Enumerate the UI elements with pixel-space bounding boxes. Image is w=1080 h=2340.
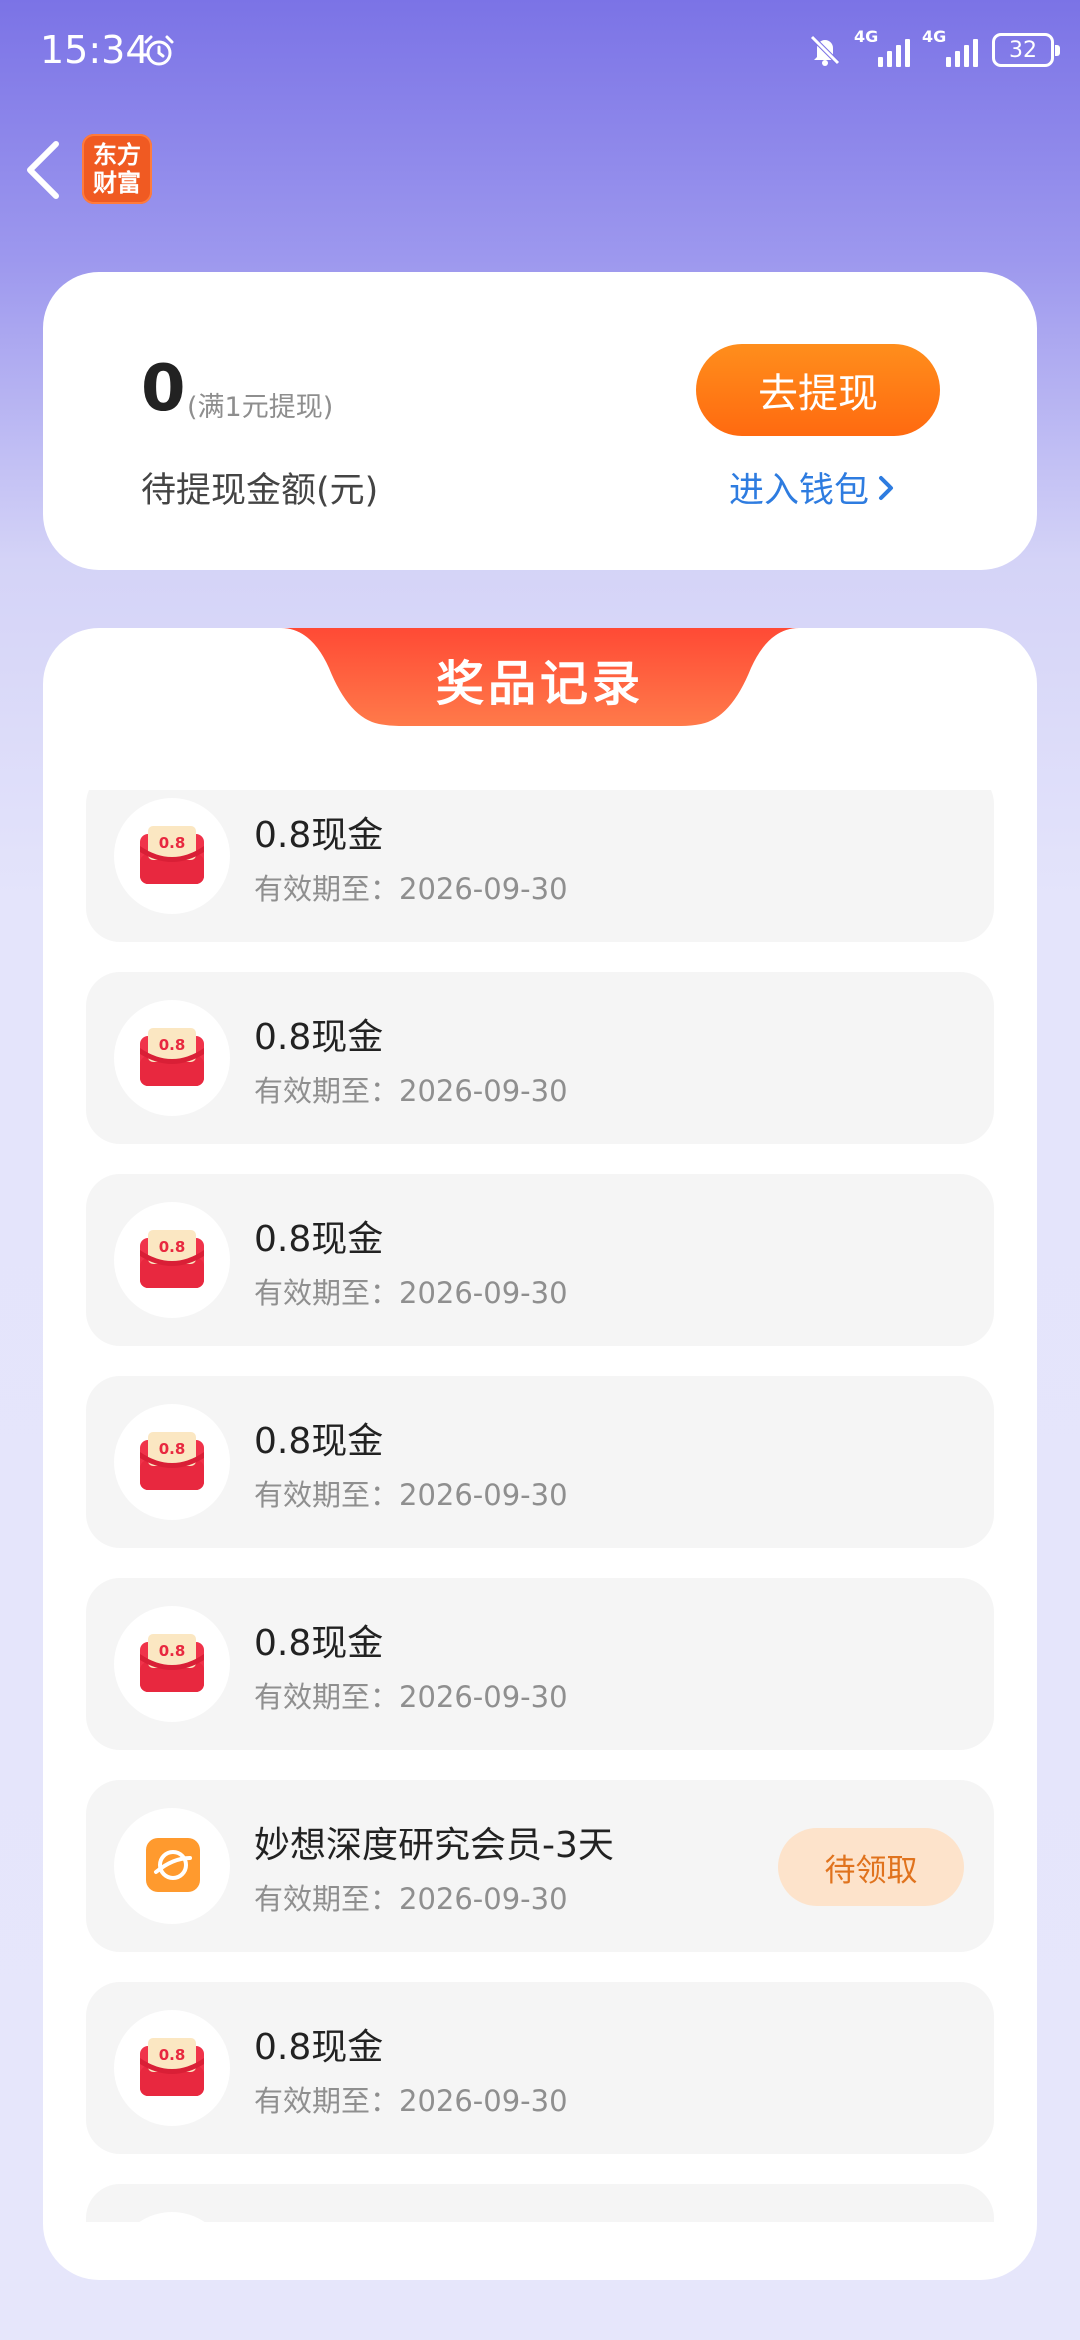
prize-title: 0.8现金	[254, 1421, 384, 1462]
withdraw-button[interactable]: 去提现	[696, 344, 940, 436]
red-envelope-icon: 0.8	[140, 1230, 204, 1288]
prize-title: 0.8现金	[254, 1219, 384, 1260]
app-logo: 东方 财富	[82, 134, 152, 204]
prize-record-item: 0.8 0.8现金有效期至：2026-09-30	[86, 1376, 994, 1548]
svg-text:0.8: 0.8	[159, 1440, 186, 1458]
signal-icon: 4G	[854, 27, 910, 67]
back-arrow-icon[interactable]	[22, 138, 66, 202]
svg-text:0.8: 0.8	[159, 834, 186, 852]
prize-icon-circle: 0.8	[114, 1000, 230, 1116]
prize-expiry: 有效期至：2026-09-30	[254, 1478, 568, 1512]
membership-icon	[146, 1838, 200, 1892]
prize-expiry: 有效期至：2026-09-30	[254, 1680, 568, 1714]
prize-title: 0.8现金	[254, 815, 384, 856]
alarm-icon	[144, 35, 174, 66]
svg-text:0.8: 0.8	[159, 1036, 186, 1054]
prize-title: 0.8现金	[254, 1017, 384, 1058]
records-title: 奖品记录	[435, 656, 644, 712]
records-title-tab: 奖品记录	[281, 628, 799, 726]
svg-text:0.8: 0.8	[159, 2046, 186, 2064]
svg-text:0.8: 0.8	[159, 1642, 186, 1660]
prize-record-list[interactable]: 0.8 0.8现金 有效期至：2026-09-30 0.8 0.8现金 有效期至：2026…	[86, 790, 994, 2222]
balance-label: 待提现金额(元)	[141, 471, 379, 511]
withdraw-threshold-note: (满1元提现)	[187, 392, 334, 423]
red-envelope-icon: 0.8	[140, 1028, 204, 1086]
bell-muted-icon	[810, 35, 840, 66]
prize-icon-circle: 0.8	[114, 1404, 230, 1520]
prize-icon-circle: 0.8	[114, 2212, 230, 2222]
prize-record-item: 0.8 0.8现金有效期至：2026-09-30	[86, 790, 994, 942]
status-bar: 15:34 4G 4G 32	[0, 0, 1080, 100]
claim-button[interactable]: 待领取	[778, 1828, 964, 1906]
prize-record-item: 0.8 0.8现金有效期至：2026-09-30	[86, 972, 994, 1144]
prize-expiry: 有效期至：2026-09-30	[254, 2084, 568, 2118]
balance-amount: 0	[141, 352, 186, 426]
status-time: 15:34	[40, 28, 150, 72]
prize-title: 妙想深度研究会员-3天	[254, 1825, 614, 1866]
battery-level: 32	[1009, 37, 1037, 63]
prize-icon-circle: 0.8	[114, 2010, 230, 2126]
prize-record-item: 0.8 0.8现金有效期至：2026-09-30	[86, 1982, 994, 2154]
enter-wallet-link[interactable]: 进入钱包	[729, 462, 895, 513]
signal-icon: 4G	[922, 27, 978, 67]
red-envelope-icon: 0.8	[140, 1432, 204, 1490]
red-envelope-icon: 0.8	[140, 1634, 204, 1692]
prize-record-item: 0.8 0.8现金有效期至：2026-09-30	[86, 1174, 994, 1346]
svg-text:0.8: 0.8	[159, 1238, 186, 1256]
prize-icon-circle: 0.8	[114, 798, 230, 914]
prize-record-item: 妙想深度研究会员-3天有效期至：2026-09-30 待领取	[86, 1780, 994, 1952]
prize-expiry: 有效期至：2026-09-30	[254, 1074, 568, 1108]
red-envelope-icon: 0.8	[140, 826, 204, 884]
prize-record-item: 0.8	[86, 2184, 994, 2222]
prize-icon-circle	[114, 1808, 230, 1924]
prize-icon-circle: 0.8	[114, 1606, 230, 1722]
enter-wallet-label: 进入钱包	[729, 471, 870, 511]
red-envelope-icon: 0.8	[140, 2038, 204, 2096]
prize-expiry: 有效期至：2026-09-30	[254, 872, 568, 906]
prize-icon-circle: 0.8	[114, 1202, 230, 1318]
prize-records-card: 奖品记录 0.8 0.8现金 有效期至：2026-09-30 0.8 0.8现金 有效期至…	[43, 628, 1037, 2280]
chevron-right-icon	[879, 475, 894, 500]
battery-icon: 32	[992, 33, 1060, 67]
balance-card: 0 (满1元提现) 待提现金额(元) 去提现 进入钱包	[43, 272, 1037, 570]
prize-title: 0.8现金	[254, 2027, 384, 2068]
prize-expiry: 有效期至：2026-09-30	[254, 1882, 568, 1916]
prize-record-item: 0.8 0.8现金有效期至：2026-09-30	[86, 1578, 994, 1750]
prize-title: 0.8现金	[254, 1623, 384, 1664]
prize-expiry: 有效期至：2026-09-30	[254, 1276, 568, 1310]
